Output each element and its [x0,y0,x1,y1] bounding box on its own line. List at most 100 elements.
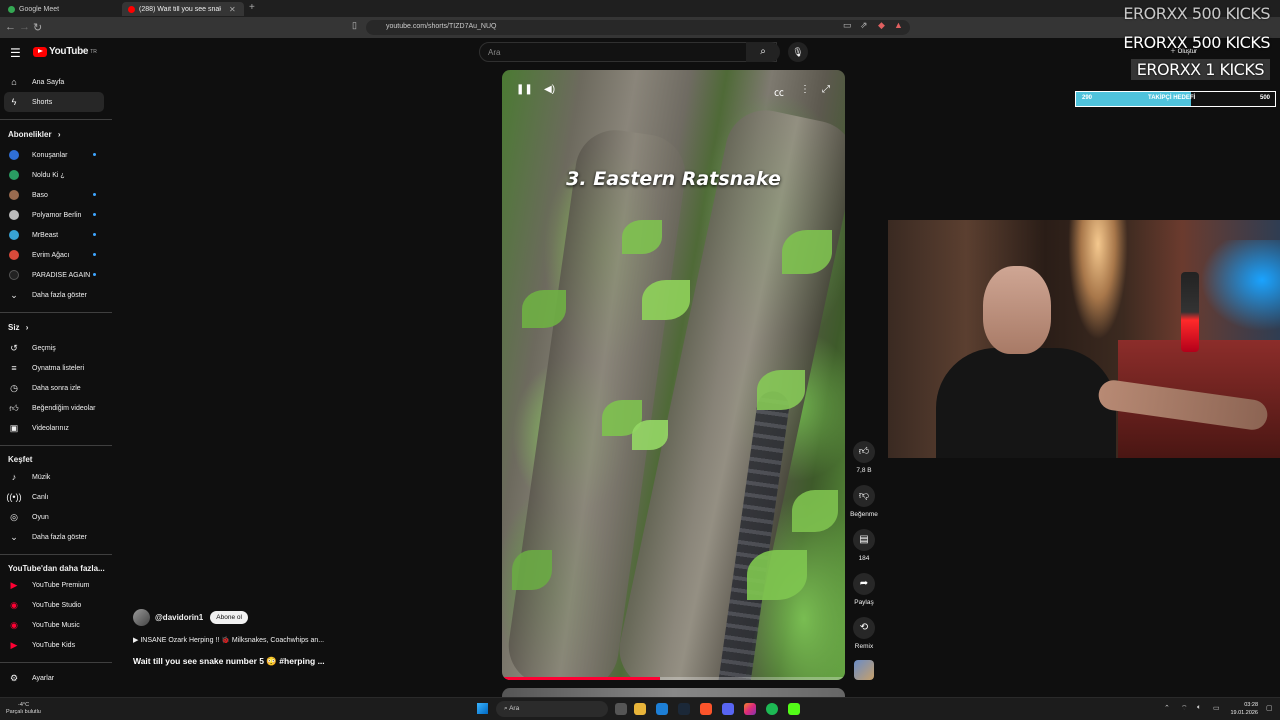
new-content-dot [93,193,96,196]
extension-icon[interactable]: ▲ [894,20,903,30]
back-icon[interactable]: ← [5,21,16,33]
channel-row: @davidorin1 Abone ol [133,609,248,626]
sidebar-item-youtube-premium[interactable]: ▶ YouTube Premium [4,575,104,595]
sidebar-show-more[interactable]: ⌄ Daha fazla göster [4,285,104,305]
sidebar-item-liked-videos[interactable]: 👍︎ Beğendiğim videolar [4,398,104,418]
task-view-icon[interactable] [615,703,627,715]
pause-icon[interactable]: ❚❚ [516,84,533,95]
sidebar-item-label: Evrim Ağacı [32,251,70,259]
file-explorer-icon[interactable] [634,703,646,715]
song-title: INSANE Ozark Herping !! 🐞 Milksnakes, Co… [140,637,325,644]
remix-button[interactable]: ⟲ Remix [849,617,879,650]
video-progress-bar[interactable] [502,677,845,680]
youtube-logo[interactable]: YouTube TR [33,46,97,57]
short-video-player[interactable]: 3. Eastern Ratsnake ❚❚ ◀) ㏄ ⋮ ⤢ [502,70,845,680]
share-button[interactable]: ➦ Paylaş [849,573,879,606]
tray-chevron-icon[interactable]: ⌃ [1164,704,1170,712]
battery-icon[interactable]: ▭ [1213,704,1220,712]
url-field[interactable]: youtube.com/shorts/TIZD7Au_NUQ [366,20,910,35]
sidebar-item-settings[interactable]: ⚙ Ayarlar [4,668,104,688]
sidebar-item-subscription[interactable]: Konuşanlar [4,145,104,165]
volume-icon[interactable]: 🔈︎ [1197,704,1201,712]
channel-name[interactable]: @davidorin1 [155,613,203,622]
video-title[interactable]: Wait till you see snake number 5 😳 #herp… [133,656,325,667]
cast-icon[interactable]: ▭ [843,20,852,31]
sidebar-item-subscription[interactable]: PARADISE AGAIN [4,265,104,285]
sidebar-item-subscription[interactable]: Noldu Ki ¿ [4,165,104,185]
bookmark-icon[interactable]: ▯ [352,20,357,31]
sidebar-item-youtube-studio[interactable]: ◉ YouTube Studio [4,595,104,615]
sidebar-item-home[interactable]: ⌂ Ana Sayfa [4,72,104,92]
tab-google-meet[interactable]: Google Meet [2,2,65,16]
sidebar-item-subscription[interactable]: Baso [4,185,104,205]
like-button[interactable]: 👍︎ 7,8 B [849,441,879,474]
more-options-icon[interactable]: ⋮ [800,84,810,95]
subscribe-button[interactable]: Abone ol [210,611,248,624]
close-tab-icon[interactable]: ✕ [229,5,236,14]
clock-time: 03:28 [1244,702,1258,708]
sidebar-item-label: Shorts [32,98,53,106]
captions-icon[interactable]: ㏄ [774,84,784,99]
notifications-icon[interactable]: ▢ [1266,704,1273,712]
extension-icon[interactable]: ◆ [878,20,885,31]
kick-app-icon[interactable] [788,703,800,715]
spotify-icon[interactable] [766,703,778,715]
sidebar-item-youtube-kids[interactable]: ▶ YouTube Kids [4,635,104,655]
remix-icon: ⟲ [853,617,875,639]
share-page-icon[interactable]: ⇗ [860,20,868,31]
sidebar-item-label: Videolarınız [32,424,69,432]
sidebar-item-history[interactable]: ↺ Geçmiş [4,338,104,358]
sidebar-item-playlists[interactable]: ≡ Oynatma listeleri [4,358,104,378]
sidebar-item-label: Daha sonra izle [32,384,81,392]
divider [0,662,112,663]
sidebar-item-music[interactable]: ♪ Müzik [4,467,104,487]
brave-browser-icon[interactable] [700,703,712,715]
sidebar-show-more[interactable]: ⌄ Daha fazla göster [4,527,104,547]
volume-icon[interactable]: ◀) [544,84,555,95]
windows-start-icon[interactable] [477,703,488,714]
webcam-blue-light [1190,240,1280,340]
forward-icon[interactable]: → [19,21,30,33]
sidebar-item-label: Oyun [32,513,49,521]
divider [0,119,112,120]
sidebar-item-subscription[interactable]: MrBeast [4,225,104,245]
sidebar-item-live[interactable]: ((•)) Canlı [4,487,104,507]
sidebar-item-shorts[interactable]: ϟ Shorts [4,92,104,112]
fullscreen-icon[interactable]: ⤢ [822,84,830,95]
logo-text: YouTube [49,46,89,57]
avatar[interactable] [133,609,150,626]
music-row[interactable]: ▶ INSANE Ozark Herping !! 🐞 Milksnakes, … [133,636,324,644]
reload-icon[interactable]: ↻ [33,21,42,34]
new-tab-icon[interactable]: + [249,2,255,13]
steam-icon[interactable] [678,703,690,715]
kick-alert: ERORXX 500 KICKS [1123,4,1270,23]
subscriptions-heading[interactable]: Abonelikler › [8,130,60,139]
sidebar-item-your-videos[interactable]: ▣ Videolarınız [4,418,104,438]
video-frame-leaf [632,420,668,450]
streamer-webcam [888,220,1280,458]
sidebar-item-subscription[interactable]: Polyamor Berlin [4,205,104,225]
voice-search-button[interactable]: 🎙 [788,42,808,62]
search-button[interactable]: ⌕ [746,42,780,62]
taskbar-search[interactable]: ⌕ Ara [496,701,608,717]
share-label: Paylaş [854,599,874,606]
menu-icon[interactable]: ☰ [10,46,21,60]
sidebar-item-subscription[interactable]: Evrim Ağacı [4,245,104,265]
sidebar-item-gaming[interactable]: ◎ Oyun [4,507,104,527]
store-icon[interactable] [656,703,668,715]
sidebar-item-label: Daha fazla göster [32,533,87,541]
clock[interactable]: 03:28 19.01.2026 [1230,701,1258,717]
dislike-button[interactable]: 👎︎ Beğenme [849,485,879,518]
discord-icon[interactable] [722,703,734,715]
search-input[interactable]: Ara [479,42,777,62]
sidebar-item-watch-later[interactable]: ◷ Daha sonra izle [4,378,104,398]
network-icon[interactable]: ⌔ [1181,704,1188,713]
sound-thumbnail[interactable] [854,660,874,680]
weather-widget[interactable]: -4°C Parçalı bulutlu [6,702,41,716]
sidebar-item-youtube-music[interactable]: ◉ YouTube Music [4,615,104,635]
comments-button[interactable]: ▤ 184 [849,529,879,562]
you-heading[interactable]: Siz › [8,323,28,332]
create-button[interactable]: ＋ Oluştur [1170,46,1197,55]
instagram-icon[interactable] [744,703,756,715]
tab-youtube[interactable]: (288) Wait till you see snake ... ✕ [122,2,244,16]
